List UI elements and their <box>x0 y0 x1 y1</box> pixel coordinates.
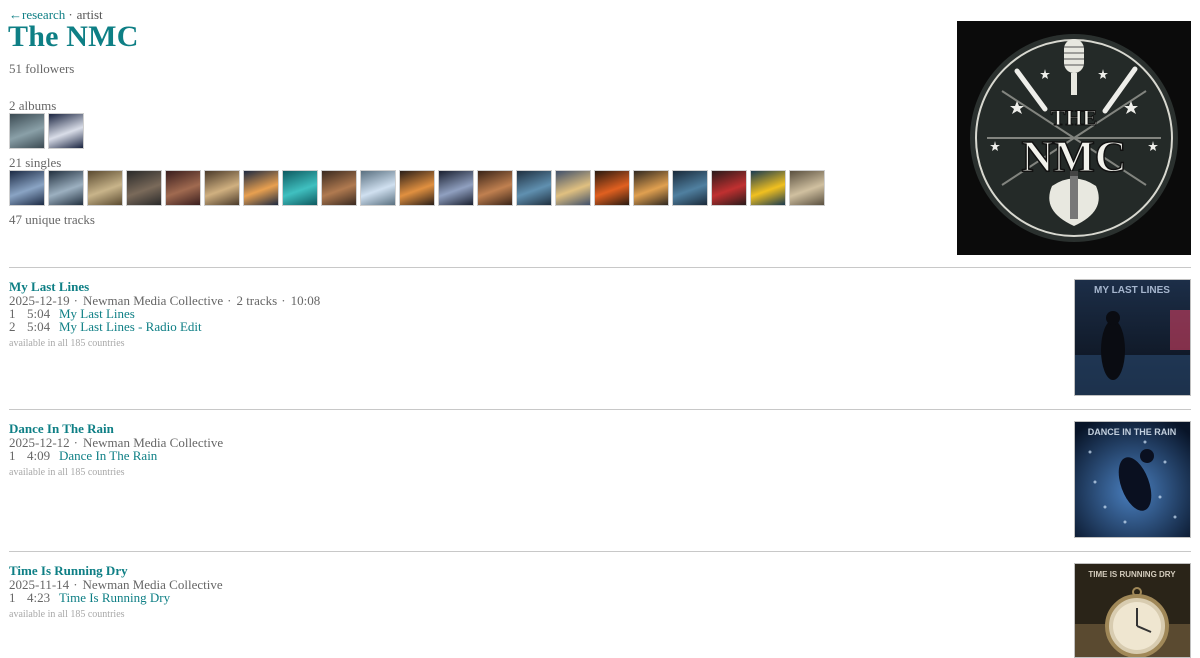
single-thumbnail[interactable] <box>126 170 162 206</box>
track-row: 2 5:04 My Last Lines - Radio Edit <box>9 320 1059 333</box>
album-thumbnail[interactable] <box>9 113 45 149</box>
album-thumbnail[interactable] <box>48 113 84 149</box>
availability-note: available in all 185 countries <box>9 338 125 349</box>
track-link[interactable]: My Last Lines - Radio Edit <box>59 320 202 333</box>
single-thumbnail[interactable] <box>516 170 552 206</box>
single-thumbnail[interactable] <box>9 170 45 206</box>
track-duration: 4:23 <box>27 590 51 605</box>
single-thumbnail[interactable] <box>594 170 630 206</box>
track-link[interactable]: Dance In The Rain <box>59 449 157 462</box>
single-thumbnail[interactable] <box>789 170 825 206</box>
availability-note: available in all 185 countries <box>9 609 125 620</box>
single-thumbnail[interactable] <box>633 170 669 206</box>
track-number: 1 <box>9 448 16 463</box>
single-thumbnail[interactable] <box>48 170 84 206</box>
single-thumbnail[interactable] <box>282 170 318 206</box>
release-cover[interactable]: MY LAST LINES <box>1074 279 1191 396</box>
release-item: My Last Lines 2025-12-19 · Newman Media Co… <box>9 280 1059 350</box>
track-link[interactable]: Time Is Running Dry <box>59 591 170 604</box>
svg-text:DANCE IN THE RAIN: DANCE IN THE RAIN <box>1088 427 1177 437</box>
single-thumbnail[interactable] <box>321 170 357 206</box>
cover-art-my-last-lines: MY LAST LINES <box>1075 280 1190 395</box>
meta-separator: · <box>227 293 232 308</box>
nmc-logo: THE NMC <box>957 21 1191 255</box>
release-title-link[interactable]: Dance In The Rain <box>9 422 1059 436</box>
unique-tracks-count: 47 unique tracks <box>9 212 95 227</box>
release-track-count: 2 tracks <box>236 293 278 308</box>
cover-art-time-is-running-dry: TIME IS RUNNING DRY <box>1075 564 1190 658</box>
availability-note: available in all 185 countries <box>9 467 125 478</box>
single-thumbnail[interactable] <box>165 170 201 206</box>
single-thumbnail[interactable] <box>204 170 240 206</box>
track-number: 1 <box>9 590 16 605</box>
meta-separator: · <box>281 293 286 308</box>
svg-text:TIME IS RUNNING DRY: TIME IS RUNNING DRY <box>1088 570 1176 579</box>
artist-image: THE NMC <box>957 21 1191 255</box>
single-thumbnails <box>9 170 825 206</box>
single-thumbnail[interactable] <box>243 170 279 206</box>
cover-art-dance-in-the-rain: DANCE IN THE RAIN <box>1075 422 1190 537</box>
single-thumbnail[interactable] <box>672 170 708 206</box>
track-row: 1 4:09 Dance In The Rain <box>9 449 1059 462</box>
single-thumbnail[interactable] <box>555 170 591 206</box>
track-row: 1 4:23 Time Is Running Dry <box>9 591 1059 604</box>
release-cover[interactable]: DANCE IN THE RAIN <box>1074 421 1191 538</box>
single-thumbnail[interactable] <box>360 170 396 206</box>
svg-text:MY LAST LINES: MY LAST LINES <box>1094 285 1170 296</box>
release-item: Time Is Running Dry 2025-11-14 · Newman Me… <box>9 564 1059 621</box>
track-number: 2 <box>9 319 16 334</box>
divider <box>9 551 1191 552</box>
albums-label: 2 albums <box>9 98 57 113</box>
divider <box>9 267 1191 268</box>
album-thumbnails <box>9 113 84 149</box>
followers-count: 51 followers <box>9 61 75 76</box>
single-thumbnail[interactable] <box>438 170 474 206</box>
divider <box>9 409 1191 410</box>
release-item: Dance In The Rain 2025-12-12 · Newman Medi… <box>9 422 1059 479</box>
release-title-link[interactable]: Time Is Running Dry <box>9 564 1059 578</box>
release-meta: 2025-12-12 · Newman Media Collective <box>9 436 1059 449</box>
release-total-duration: 10:08 <box>290 293 321 308</box>
track-duration: 5:04 <box>27 319 51 334</box>
artist-name: The NMC <box>8 20 139 53</box>
single-thumbnail[interactable] <box>711 170 747 206</box>
release-cover[interactable]: TIME IS RUNNING DRY <box>1074 563 1191 658</box>
svg-text:THE: THE <box>1051 105 1097 130</box>
release-meta: 2025-12-19 · Newman Media Collective · 2 tra… <box>9 294 1059 307</box>
single-thumbnail[interactable] <box>399 170 435 206</box>
release-title-link[interactable]: My Last Lines <box>9 280 1059 294</box>
single-thumbnail[interactable] <box>750 170 786 206</box>
single-thumbnail[interactable] <box>87 170 123 206</box>
single-thumbnail[interactable] <box>477 170 513 206</box>
singles-label: 21 singles <box>9 155 62 170</box>
track-duration: 4:09 <box>27 448 51 463</box>
